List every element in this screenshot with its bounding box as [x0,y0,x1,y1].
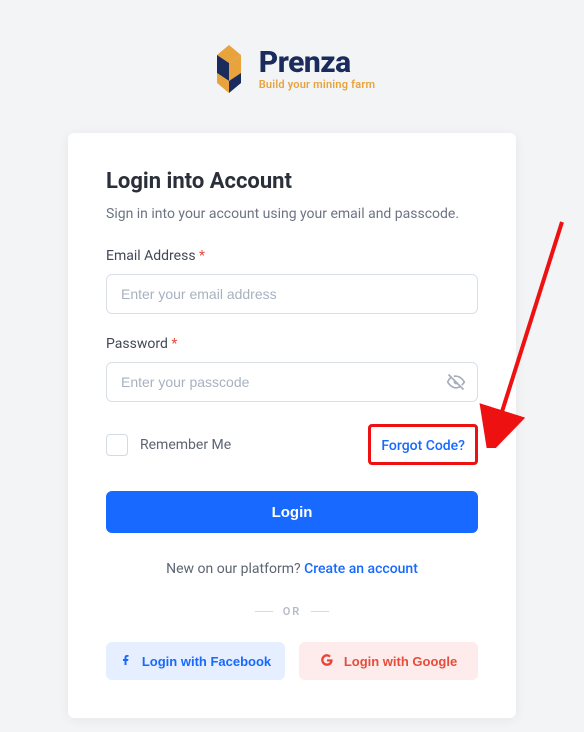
login-button[interactable]: Login [106,491,478,533]
email-input[interactable] [106,274,478,314]
required-mark: * [171,336,177,352]
remember-checkbox[interactable] [106,434,128,456]
password-field-group: Password * [106,336,478,402]
brand-name: Prenza [259,48,375,78]
email-field-group: Email Address * [106,248,478,314]
divider: OR [106,605,478,618]
forgot-code-highlight: Forgot Code? [368,424,478,465]
remember-me[interactable]: Remember Me [106,434,231,456]
facebook-icon [120,653,132,670]
brand-logo: Prenza Build your mining farm [209,45,375,93]
remember-label: Remember Me [140,437,231,453]
required-mark: * [199,248,205,264]
google-button-label: Login with Google [344,654,457,669]
brand-tagline: Build your mining farm [259,78,375,91]
toggle-password-visibility-icon[interactable] [446,372,466,392]
login-facebook-button[interactable]: Login with Facebook [106,642,285,680]
card-subtitle: Sign in into your account using your ema… [106,206,478,222]
email-label-text: Email Address [106,248,196,264]
divider-line [255,611,273,612]
facebook-button-label: Login with Facebook [142,654,271,669]
card-title: Login into Account [106,169,478,194]
password-label-text: Password [106,336,168,352]
google-icon [320,653,334,670]
divider-label: OR [283,605,302,618]
create-account-link[interactable]: Create an account [304,561,418,577]
login-google-button[interactable]: Login with Google [299,642,478,680]
password-label: Password * [106,336,478,352]
page: Prenza Build your mining farm Login into… [0,0,584,718]
create-account-row: New on our platform? Create an account [106,561,478,577]
create-account-prefix: New on our platform? [166,561,304,577]
password-input[interactable] [106,362,478,402]
login-card: Login into Account Sign in into your acc… [68,133,516,718]
brand-mark-icon [209,45,249,93]
divider-line [311,611,329,612]
forgot-code-link[interactable]: Forgot Code? [381,438,465,454]
options-row: Remember Me Forgot Code? [106,424,478,465]
email-label: Email Address * [106,248,478,264]
social-login-row: Login with Facebook Login with Google [106,642,478,680]
